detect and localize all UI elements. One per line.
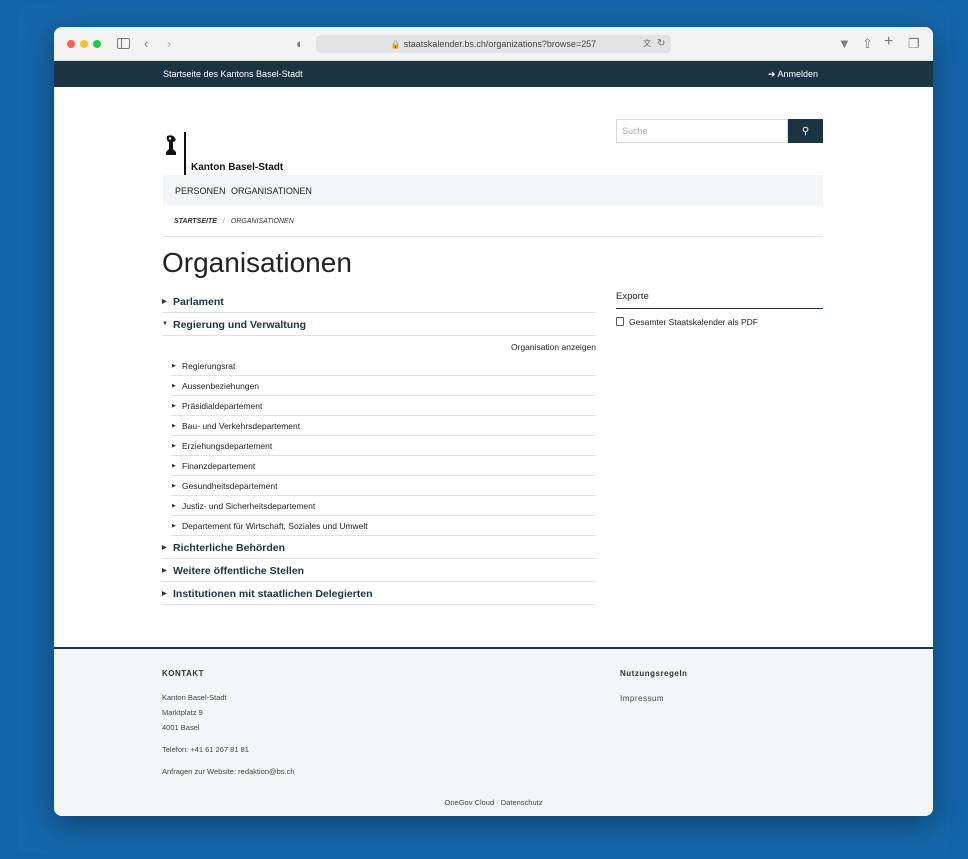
expand-arrow-icon: ▶ bbox=[172, 383, 176, 389]
login-label: Anmelden bbox=[777, 69, 818, 79]
footer-phone: Telefon: +41 61 267 81 81 bbox=[162, 745, 249, 754]
search-button[interactable]: ⚲ bbox=[788, 119, 823, 143]
header-divider bbox=[163, 236, 823, 237]
new-tab-icon[interactable]: + bbox=[884, 33, 893, 51]
url-text: staatskalender.bs.ch/organizations?brows… bbox=[403, 39, 597, 49]
tree-subitem[interactable]: ▶ Finanzdepartement bbox=[171, 456, 596, 476]
expand-arrow-icon: ▶ bbox=[172, 483, 176, 489]
site-topbar: Startseite des Kantons Basel-Stadt ➜ Anm… bbox=[54, 61, 933, 87]
share-icon[interactable]: ⇧ bbox=[862, 35, 873, 53]
footer-address-line: Marktplatz 9 bbox=[162, 708, 203, 717]
expand-arrow-icon: ▶ bbox=[172, 503, 176, 509]
expand-arrow-icon: ▶ bbox=[172, 463, 176, 469]
search-form: ⚲ bbox=[616, 119, 823, 143]
footer-bottom-links[interactable]: OneGov Cloud · Datenschutz bbox=[54, 798, 933, 807]
logo-text: Kanton Basel-Stadt bbox=[191, 162, 284, 173]
privacy-shield-icon[interactable]: ◐ bbox=[296, 35, 304, 53]
reload-icon[interactable]: ↻ bbox=[657, 36, 665, 52]
tree-subitem[interactable]: ▶ Präsidialdepartement bbox=[171, 396, 596, 416]
close-window-button[interactable] bbox=[67, 40, 75, 48]
expand-arrow-icon: ▶ bbox=[162, 299, 167, 305]
main-nav: PERSONEN ORGANISATIONEN bbox=[163, 175, 823, 206]
site-footer: KONTAKT Kanton Basel-Stadt Marktplatz 9 … bbox=[54, 647, 933, 816]
tree-subitem[interactable]: ▶ Regierungsrat bbox=[171, 356, 596, 376]
baselstab-icon bbox=[166, 135, 176, 155]
pdf-export-label: Gesamter Staatskalender als PDF bbox=[629, 317, 758, 327]
tree-subitem[interactable]: ▶ Departement für Wirtschaft, Soziales un… bbox=[171, 516, 596, 536]
exports-panel: Exporte Gesamter Staatskalender als PDF bbox=[616, 291, 823, 327]
show-organisation-link[interactable]: Organisation anzeigen bbox=[162, 336, 596, 356]
translate-icon[interactable]: 文 bbox=[643, 36, 651, 52]
tree-subitem[interactable]: ▶ Justiz- und Sicherheitsdepartement bbox=[171, 496, 596, 516]
browser-toolbar: ‹ › ◐ 🔒 staatskalender.bs.ch/organization… bbox=[54, 27, 933, 61]
footer-address-line: Kanton Basel-Stadt bbox=[162, 693, 227, 702]
expand-arrow-icon: ▶ bbox=[172, 443, 176, 449]
exports-title: Exporte bbox=[616, 291, 823, 309]
organisation-tree: ▶ Parlament ▼ Regierung und Verwaltung Org… bbox=[162, 290, 596, 605]
breadcrumb: STARTSEITE / ORGANISATIONEN bbox=[174, 218, 294, 225]
tree-subitem[interactable]: ▶ Gesundheitsdepartement bbox=[171, 476, 596, 496]
sidebar-toggle-icon[interactable] bbox=[117, 38, 130, 49]
expand-arrow-icon: ▶ bbox=[162, 545, 167, 551]
breadcrumb-current: ORGANISATIONEN bbox=[230, 218, 294, 225]
minimize-window-button[interactable] bbox=[80, 40, 88, 48]
tree-subitem[interactable]: ▶ Aussenbeziehungen bbox=[171, 376, 596, 396]
footer-website-contact[interactable]: Anfragen zur Website: redaktion@bs.ch bbox=[162, 767, 295, 776]
collapse-arrow-icon: ▼ bbox=[162, 321, 168, 327]
tab-overview-icon[interactable]: ❐ bbox=[908, 35, 920, 53]
logo-divider bbox=[184, 132, 186, 176]
search-icon: ⚲ bbox=[801, 125, 810, 137]
forward-arrow-icon[interactable]: › bbox=[167, 35, 171, 53]
zoom-window-button[interactable] bbox=[93, 40, 101, 48]
pdf-icon bbox=[616, 317, 624, 326]
address-bar[interactable]: 🔒 staatskalender.bs.ch/organizations?brow… bbox=[316, 35, 671, 53]
expand-arrow-icon: ▶ bbox=[162, 591, 167, 597]
footer-contact-title: KONTAKT bbox=[162, 669, 205, 678]
expand-arrow-icon: ▶ bbox=[172, 423, 176, 429]
lock-icon: 🔒 bbox=[390, 40, 401, 49]
tree-item-parlament[interactable]: ▶ Parlament bbox=[162, 290, 596, 313]
impressum-link[interactable]: Impressum bbox=[620, 694, 664, 703]
nav-item-personen[interactable]: PERSONEN bbox=[175, 186, 226, 196]
page-title: Organisationen bbox=[162, 247, 352, 278]
tree-subitem[interactable]: ▶ Bau- und Verkehrsdepartement bbox=[171, 416, 596, 436]
search-input[interactable] bbox=[616, 119, 788, 143]
breadcrumb-separator: / bbox=[222, 218, 225, 225]
tree-item-institutionen[interactable]: ▶ Institutionen mit staatlichen Delegiert… bbox=[162, 582, 596, 605]
tree-item-richterliche[interactable]: ▶ Richterliche Behörden bbox=[162, 536, 596, 559]
expand-arrow-icon: ▶ bbox=[162, 568, 167, 574]
footer-address-line: 4001 Basel bbox=[162, 723, 200, 732]
tree-item-regierung[interactable]: ▼ Regierung und Verwaltung bbox=[162, 313, 596, 336]
expand-arrow-icon: ▶ bbox=[172, 363, 176, 369]
expand-arrow-icon: ▶ bbox=[172, 403, 176, 409]
tree-item-weitere[interactable]: ▶ Weitere öffentliche Stellen bbox=[162, 559, 596, 582]
tree-subitem[interactable]: ▶ Erziehungsdepartement bbox=[171, 436, 596, 456]
pdf-export-link[interactable]: Gesamter Staatskalender als PDF bbox=[616, 317, 823, 327]
nav-item-organisationen[interactable]: ORGANISATIONEN bbox=[231, 186, 312, 196]
footer-rules-title: Nutzungsregeln bbox=[620, 669, 688, 678]
login-link[interactable]: ➜ Anmelden bbox=[768, 69, 818, 80]
expand-arrow-icon: ▶ bbox=[172, 523, 176, 529]
back-arrow-icon[interactable]: ‹ bbox=[144, 35, 148, 53]
breadcrumb-home[interactable]: STARTSEITE bbox=[174, 218, 217, 225]
browser-window: ‹ › ◐ 🔒 staatskalender.bs.ch/organization… bbox=[54, 27, 933, 816]
canton-home-link[interactable]: Startseite des Kantons Basel-Stadt bbox=[163, 69, 303, 79]
downloads-icon[interactable]: ▼ bbox=[838, 35, 851, 53]
